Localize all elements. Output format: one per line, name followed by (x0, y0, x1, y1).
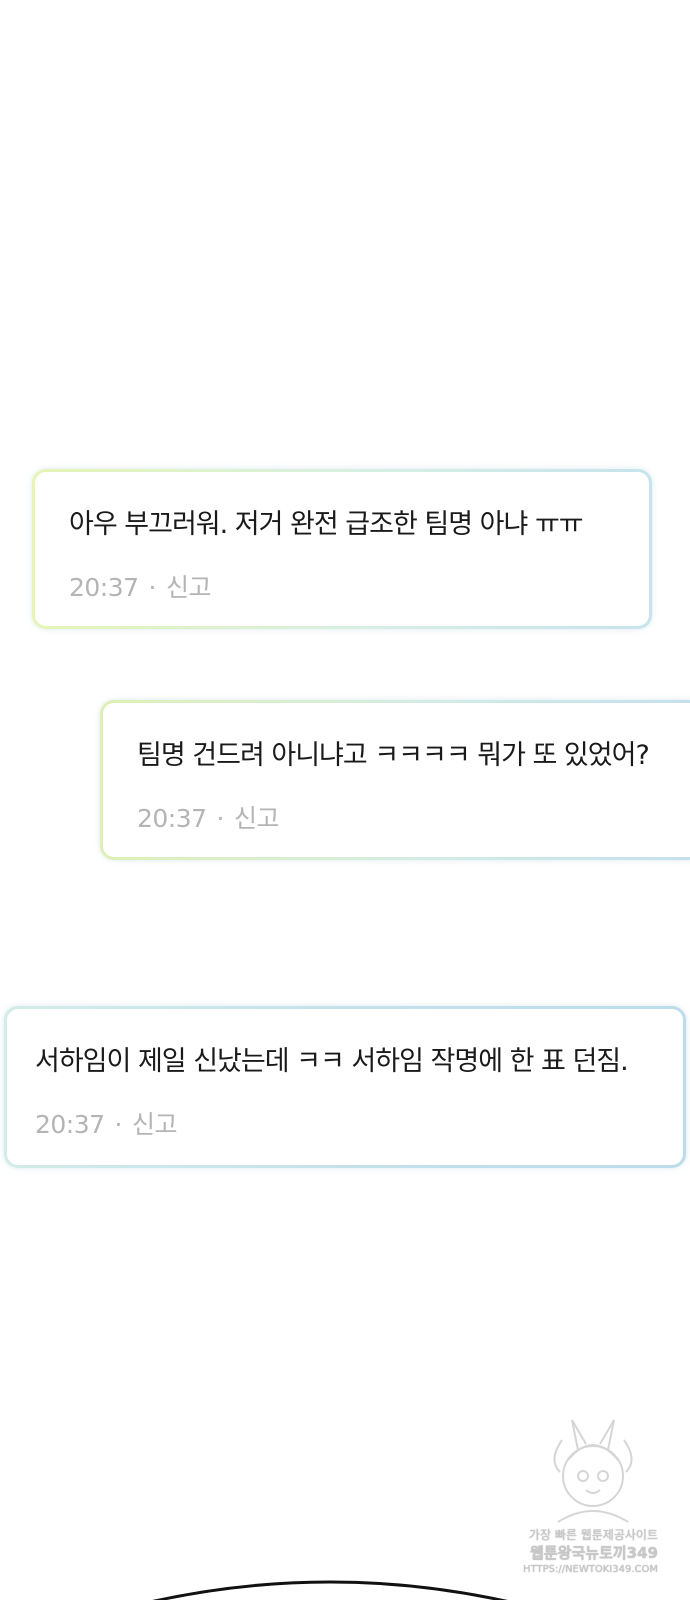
chat-bubble-1: 아우 부끄러워. 저거 완전 급조한 팀명 아냐 ㅠㅠ 20:37 · 신고 (32, 469, 652, 629)
meta-separator: · (114, 1110, 123, 1139)
report-link[interactable]: 신고 (166, 573, 212, 602)
message-text: 아우 부끄러워. 저거 완전 급조한 팀명 아냐 ㅠㅠ (69, 509, 584, 540)
watermark-line-2: 웹툰왕국뉴토끼349 (530, 1544, 658, 1562)
message-meta: 20:37 · 신고 (35, 1105, 178, 1141)
message-text: 서하임이 제일 신났는데 ㅋㅋ 서하임 작명에 한 표 던짐. (35, 1046, 629, 1077)
watermark-line-3: HTTPS://NEWTOKI349.COM (523, 1564, 658, 1575)
watermark-line-1: 가장 빠른 웹툰제공사이트 (528, 1528, 658, 1542)
meta-separator: · (216, 804, 225, 833)
message-meta: 20:37 · 신고 (69, 568, 212, 604)
timestamp: 20:37 (69, 573, 139, 602)
timestamp: 20:37 (35, 1110, 105, 1139)
message-text: 팀명 건드려 아니냐고 ㅋㅋㅋㅋ 뭐가 또 있었어? (137, 740, 650, 771)
meta-separator: · (148, 573, 157, 602)
chat-bubble-2: 팀명 건드려 아니냐고 ㅋㅋㅋㅋ 뭐가 또 있었어? 20:37 · 신고 (100, 700, 690, 860)
timestamp: 20:37 (137, 804, 207, 833)
site-watermark: 가장 빠른 웹툰제공사이트 웹툰왕국뉴토끼349 HTTPS://NEWTOKI… (520, 1410, 670, 1590)
mascot-watermark-icon (553, 1419, 633, 1523)
message-meta: 20:37 · 신고 (137, 799, 280, 835)
report-link[interactable]: 신고 (132, 1110, 178, 1139)
chat-bubble-3: 서하임이 제일 신났는데 ㅋㅋ 서하임 작명에 한 표 던짐. 20:37 · 신고 (4, 1006, 686, 1168)
speech-bubble-outline (152, 1580, 508, 1600)
report-link[interactable]: 신고 (234, 804, 280, 833)
